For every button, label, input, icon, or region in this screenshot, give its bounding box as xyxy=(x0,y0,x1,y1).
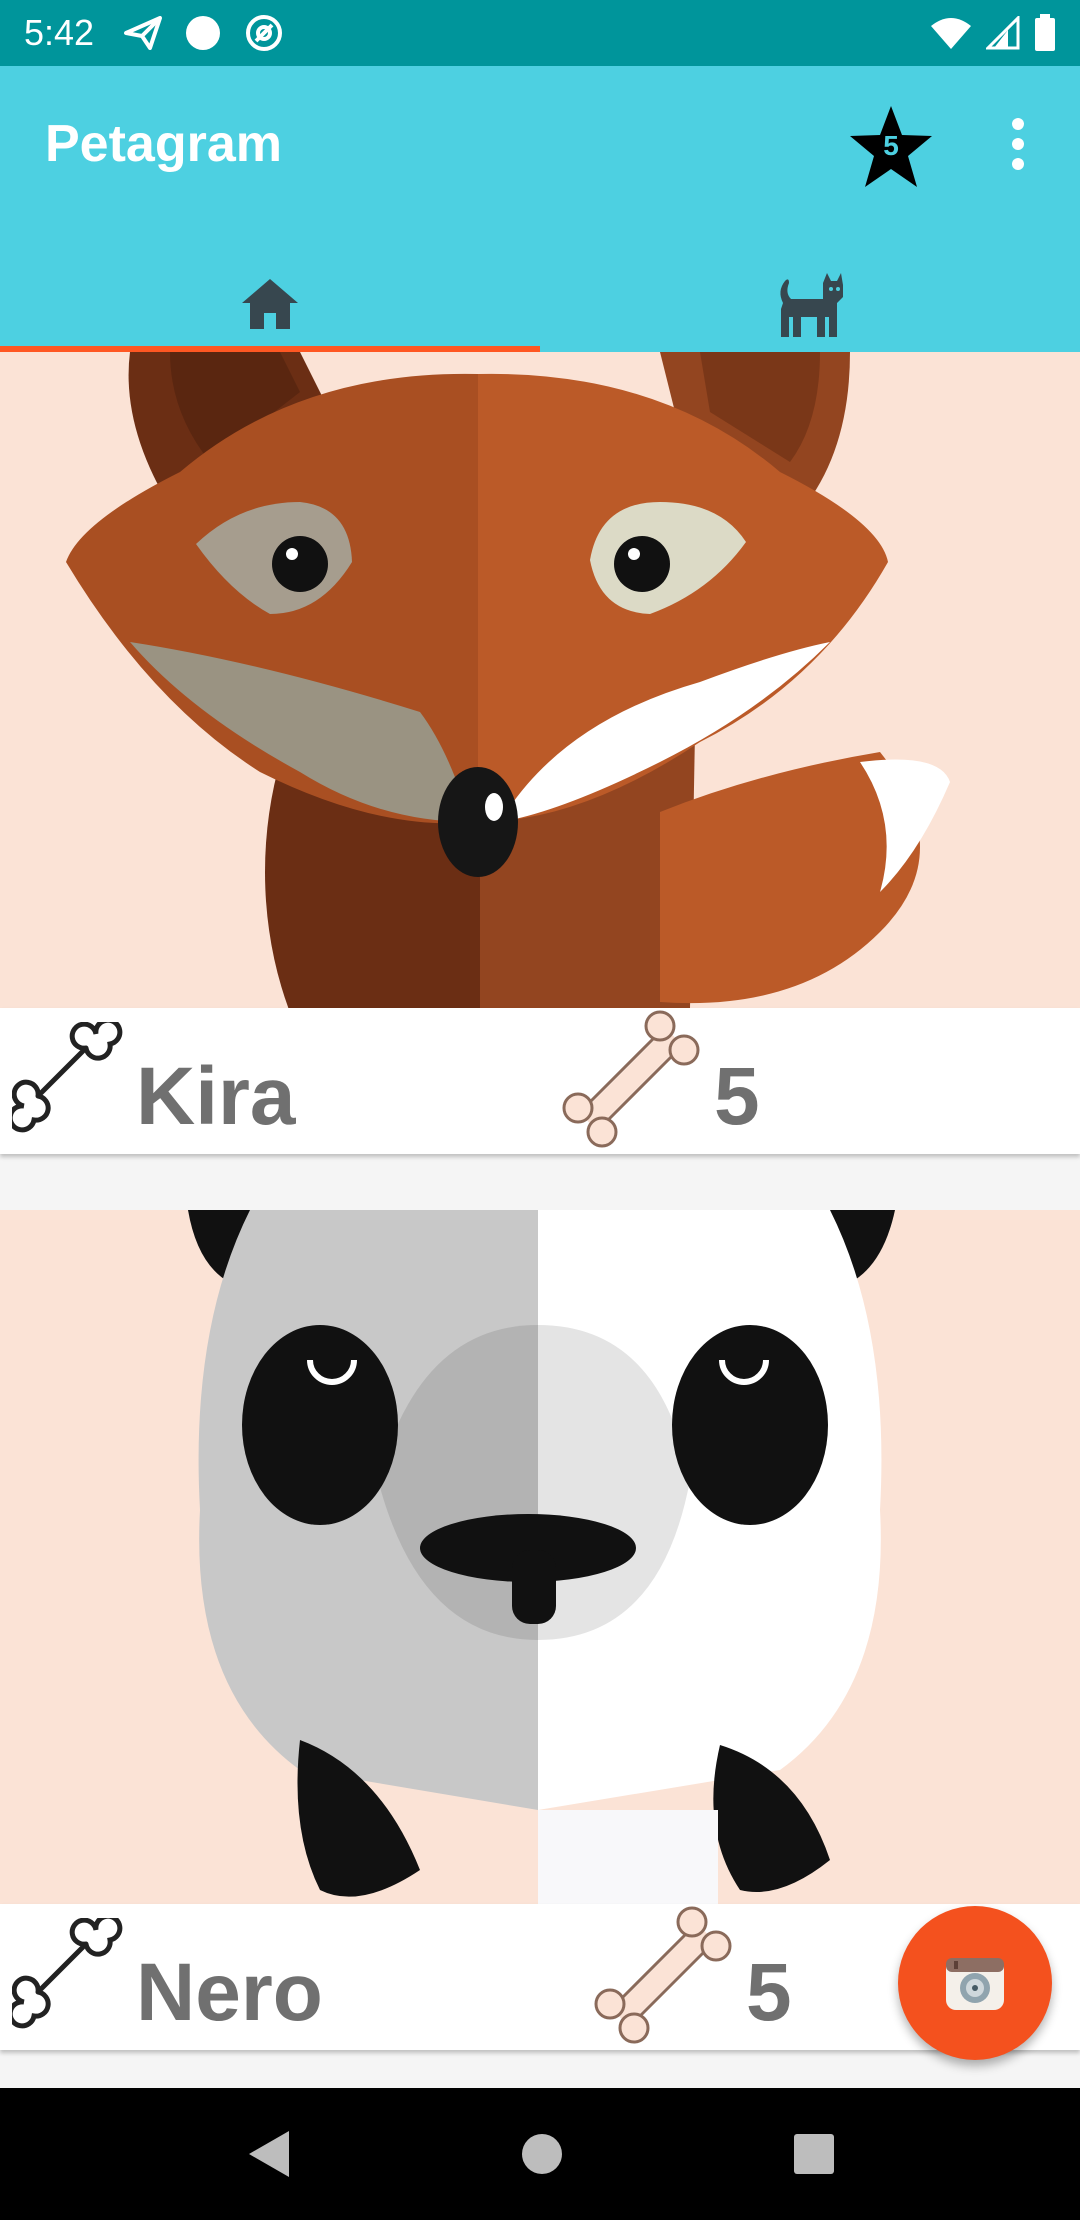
tab-bar xyxy=(0,256,1080,352)
pet-name: Kira xyxy=(136,1051,296,1142)
app-title: Petagram xyxy=(45,115,282,173)
like-count: 5 xyxy=(746,1947,792,2038)
like-count: 5 xyxy=(714,1051,760,1142)
favorites-count: 5 xyxy=(883,130,899,161)
camera-fab[interactable] xyxy=(898,1906,1052,2060)
bone-like-icon[interactable] xyxy=(12,1022,124,1134)
pet-photo-fox[interactable] xyxy=(0,352,1080,1008)
panda-illustration xyxy=(188,1210,895,1904)
battery-icon xyxy=(1035,14,1055,51)
tab-profile[interactable] xyxy=(540,256,1080,352)
screen: 5:42 Petagram 5 Kira 5 Nero 5 xyxy=(0,0,1080,2220)
favorites-button[interactable]: 5 xyxy=(846,102,936,192)
send-icon xyxy=(124,16,163,50)
app-bar: Petagram 5 xyxy=(0,66,1080,352)
pet-card-info: Kira 5 xyxy=(0,1008,1080,1154)
recents-icon[interactable] xyxy=(793,2133,835,2175)
bone-rating-icon xyxy=(594,1906,732,2044)
cat-icon xyxy=(780,273,843,337)
more-vert-icon xyxy=(1012,118,1024,170)
back-icon[interactable] xyxy=(245,2129,291,2179)
tab-home[interactable] xyxy=(0,256,540,352)
circle-icon xyxy=(186,16,221,50)
pet-photo-panda[interactable] xyxy=(0,1210,1080,1904)
bone-like-icon[interactable] xyxy=(12,1918,124,2030)
home-icon xyxy=(242,279,298,329)
home-circle-icon[interactable] xyxy=(521,2133,563,2175)
status-time: 5:42 xyxy=(24,12,95,53)
pet-name: Nero xyxy=(136,1947,323,2038)
status-bar: 5:42 xyxy=(0,0,1080,66)
bone-rating-icon xyxy=(562,1010,700,1148)
fox-illustration xyxy=(66,352,950,1008)
signal-icon xyxy=(986,16,1020,50)
wifi-icon xyxy=(931,18,971,49)
at-sign-icon xyxy=(246,15,283,51)
overflow-menu-button[interactable] xyxy=(1000,116,1036,172)
camera-icon xyxy=(946,1958,1004,2010)
system-nav-bar xyxy=(0,2088,1080,2220)
